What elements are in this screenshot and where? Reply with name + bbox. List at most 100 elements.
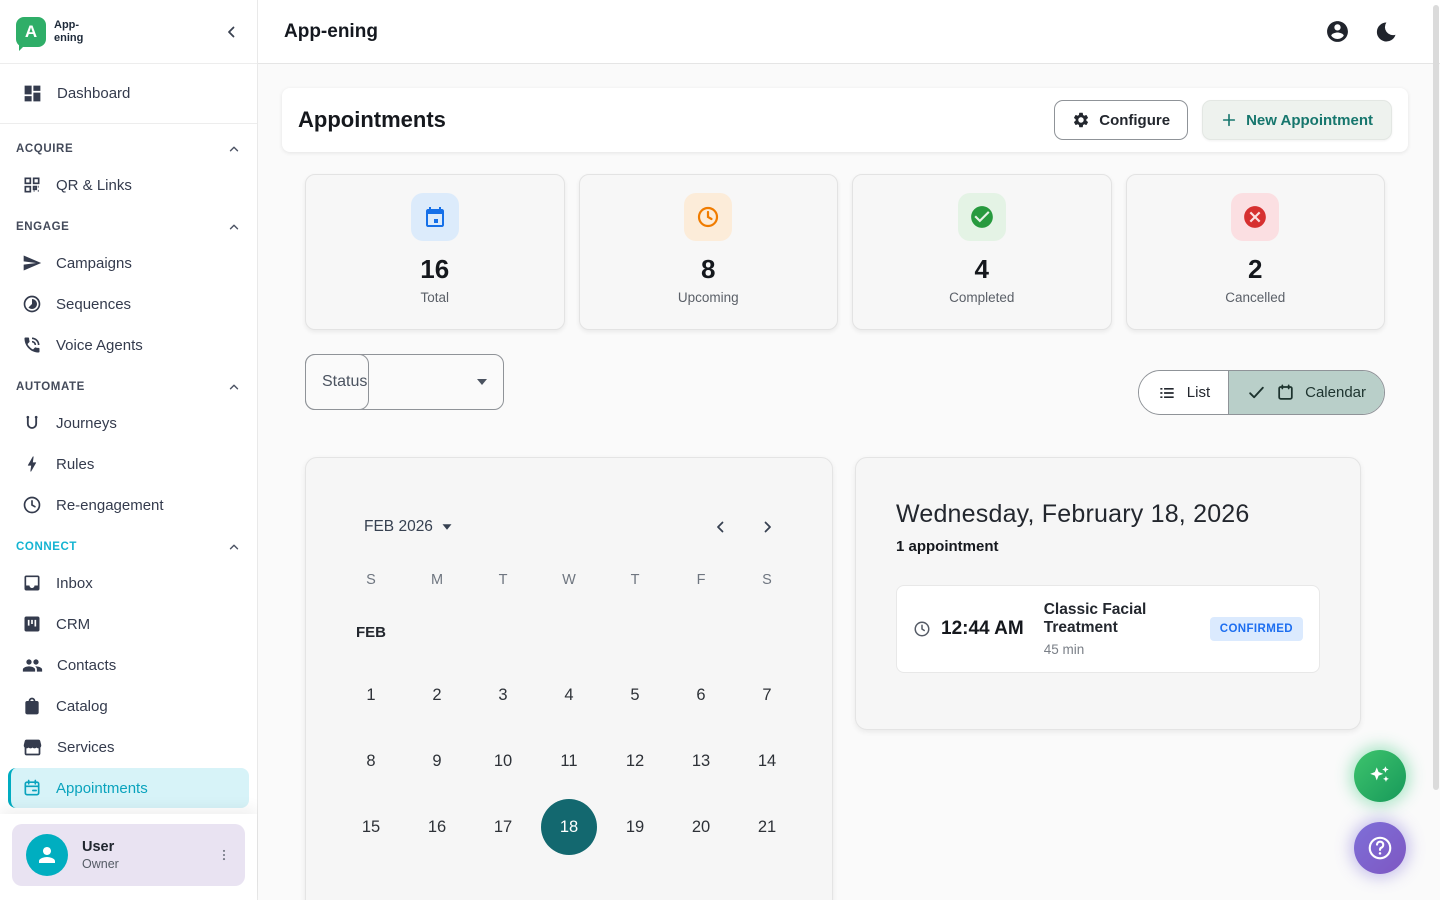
- day-cell[interactable]: 16: [404, 794, 470, 860]
- prev-month-icon[interactable]: [712, 518, 730, 536]
- sidebar-collapse-icon[interactable]: [223, 23, 241, 41]
- empty-cell: [536, 602, 602, 662]
- user-role: Owner: [82, 857, 199, 871]
- toggle-calendar-button[interactable]: Calendar: [1229, 371, 1384, 414]
- sidebar-item-label: Contacts: [57, 657, 116, 674]
- day-cell[interactable]: 14: [734, 728, 800, 794]
- day-cell[interactable]: 5: [602, 662, 668, 728]
- month-row-label: FEB: [338, 602, 404, 662]
- stat-value: 16: [420, 254, 449, 285]
- gear-icon: [1072, 111, 1090, 129]
- user-menu-kebab-icon[interactable]: [213, 843, 235, 867]
- sidebar-item-sequences[interactable]: Sequences: [8, 284, 249, 324]
- day-cell[interactable]: 19: [602, 794, 668, 860]
- timelapse-icon: [22, 294, 42, 314]
- day-cell[interactable]: 12: [602, 728, 668, 794]
- status-filter-select[interactable]: Status: [305, 354, 504, 410]
- day-cell[interactable]: 21: [734, 794, 800, 860]
- appointment-row[interactable]: 12:44 AM Classic Facial Treatment 45 min…: [896, 585, 1320, 673]
- day-cell[interactable]: 13: [668, 728, 734, 794]
- sidebar-nav: Dashboard ACQUIRE QR & Links ENGAGE Camp…: [0, 64, 257, 900]
- sidebar-item-label: Services: [57, 739, 115, 756]
- sidebar-item-re-engagement[interactable]: Re-engagement: [8, 485, 249, 525]
- day-cell[interactable]: 17: [470, 794, 536, 860]
- stat-label: Cancelled: [1225, 290, 1285, 305]
- shopping-bag-icon: [22, 696, 42, 716]
- sidebar-item-inbox[interactable]: Inbox: [8, 563, 249, 603]
- empty-cell: [668, 602, 734, 662]
- stat-card-completed: 4 Completed: [852, 174, 1112, 330]
- weekday-header: W: [536, 558, 602, 602]
- stat-value: 4: [975, 254, 989, 285]
- section-title: CONNECT: [16, 541, 77, 553]
- stat-label: Completed: [949, 290, 1014, 305]
- sidebar: A App- ening Dashboard ACQUIRE QR & Link…: [0, 0, 258, 900]
- send-icon: [22, 253, 42, 273]
- sidebar-item-dashboard[interactable]: Dashboard: [8, 73, 249, 113]
- stat-tile: [958, 193, 1006, 241]
- app-title: App-ening: [284, 21, 378, 43]
- view-toggle: List Calendar: [1138, 370, 1385, 415]
- day-cell[interactable]: 15: [338, 794, 404, 860]
- sidebar-item-voice-agents[interactable]: Voice Agents: [8, 325, 249, 365]
- day-detail-title: Wednesday, February 18, 2026: [896, 500, 1320, 529]
- sidebar-item-catalog[interactable]: Catalog: [8, 686, 249, 726]
- next-month-icon[interactable]: [758, 518, 776, 536]
- qr-code-icon: [22, 175, 42, 195]
- day-cell[interactable]: 2: [404, 662, 470, 728]
- month-selector[interactable]: FEB 2026: [364, 518, 452, 536]
- section-header-engage[interactable]: ENGAGE: [0, 206, 257, 242]
- calendar-header: FEB 2026: [326, 518, 812, 536]
- day-cell[interactable]: 11: [536, 728, 602, 794]
- sidebar-item-contacts[interactable]: Contacts: [8, 645, 249, 685]
- sidebar-item-label: Inbox: [56, 575, 93, 592]
- help-button[interactable]: [1354, 822, 1406, 874]
- title-actions: Configure New Appointment: [1054, 100, 1392, 140]
- sidebar-item-journeys[interactable]: Journeys: [8, 403, 249, 443]
- new-appointment-button[interactable]: New Appointment: [1202, 100, 1392, 140]
- section-header-automate[interactable]: AUTOMATE: [0, 366, 257, 402]
- day-cell-selected[interactable]: 18: [536, 794, 602, 860]
- day-cell[interactable]: 7: [734, 662, 800, 728]
- calendar-icon: [22, 778, 42, 798]
- sidebar-item-label: Campaigns: [56, 255, 132, 272]
- sidebar-item-appointments[interactable]: Appointments: [8, 768, 249, 808]
- user-card[interactable]: User Owner: [12, 824, 245, 886]
- clock-icon: [913, 620, 931, 638]
- day-cell[interactable]: 4: [536, 662, 602, 728]
- day-cell[interactable]: 10: [470, 728, 536, 794]
- sidebar-item-label: Sequences: [56, 296, 131, 313]
- toggle-list-button[interactable]: List: [1139, 371, 1229, 414]
- day-cell[interactable]: 9: [404, 728, 470, 794]
- day-cell[interactable]: 20: [668, 794, 734, 860]
- sidebar-item-campaigns[interactable]: Campaigns: [8, 243, 249, 283]
- section-header-acquire[interactable]: ACQUIRE: [0, 128, 257, 164]
- ai-assistant-button[interactable]: [1354, 750, 1406, 802]
- section-header-connect[interactable]: CONNECT: [0, 526, 257, 562]
- sidebar-item-rules[interactable]: Rules: [8, 444, 249, 484]
- sidebar-item-qr-links[interactable]: QR & Links: [8, 165, 249, 205]
- sidebar-item-crm[interactable]: CRM: [8, 604, 249, 644]
- weekday-header: S: [338, 558, 404, 602]
- calendar-card: FEB 2026 S: [305, 457, 833, 900]
- day-cell[interactable]: 1: [338, 662, 404, 728]
- chevron-up-icon: [227, 220, 241, 234]
- new-appointment-label: New Appointment: [1246, 112, 1373, 129]
- clock-icon: [696, 205, 720, 229]
- route-icon: [22, 413, 42, 433]
- x-circle-icon: [1242, 204, 1268, 230]
- day-cell[interactable]: 6: [668, 662, 734, 728]
- dark-mode-moon-icon[interactable]: [1374, 20, 1398, 44]
- status-filter-label: Status: [322, 373, 367, 391]
- day-cell[interactable]: 8: [338, 728, 404, 794]
- section-title: ENGAGE: [16, 221, 69, 233]
- sidebar-item-label: Rules: [56, 456, 94, 473]
- account-circle-icon[interactable]: [1325, 19, 1350, 44]
- scrollbar-thumb[interactable]: [1433, 5, 1439, 790]
- stat-tile: [1231, 193, 1279, 241]
- chevron-down-icon: [442, 524, 451, 529]
- day-cell[interactable]: 3: [470, 662, 536, 728]
- sidebar-item-services[interactable]: Services: [8, 727, 249, 767]
- configure-button[interactable]: Configure: [1054, 100, 1188, 140]
- stat-value: 2: [1248, 254, 1262, 285]
